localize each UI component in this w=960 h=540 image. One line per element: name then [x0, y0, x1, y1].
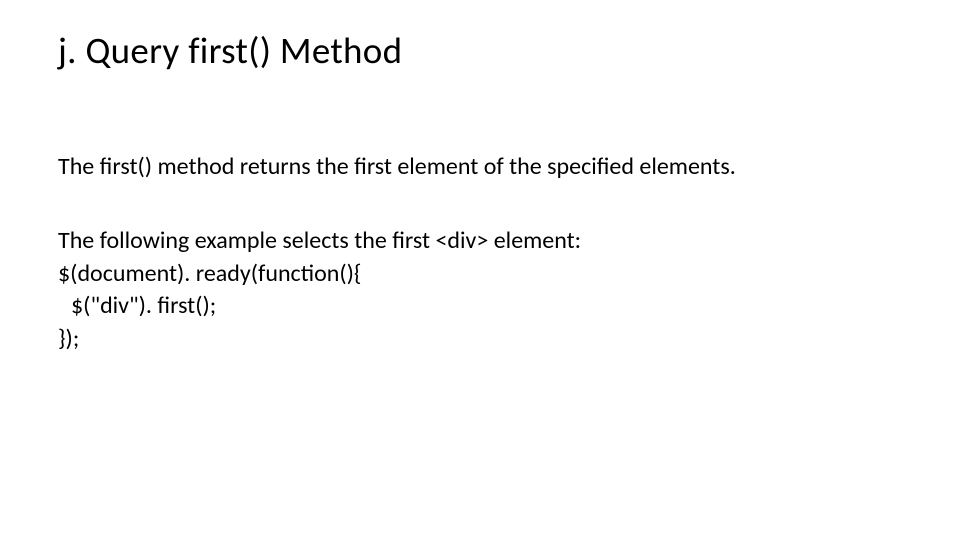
code-line-3: });: [58, 323, 902, 355]
code-line-2: $("div"). first();: [58, 290, 902, 322]
code-line-1: $(document). ready(function(){: [58, 258, 902, 290]
description-paragraph: The first() method returns the first ele…: [58, 151, 902, 183]
slide-title: j. Query first() Method: [58, 28, 902, 73]
example-intro: The following example selects the first …: [58, 225, 902, 257]
